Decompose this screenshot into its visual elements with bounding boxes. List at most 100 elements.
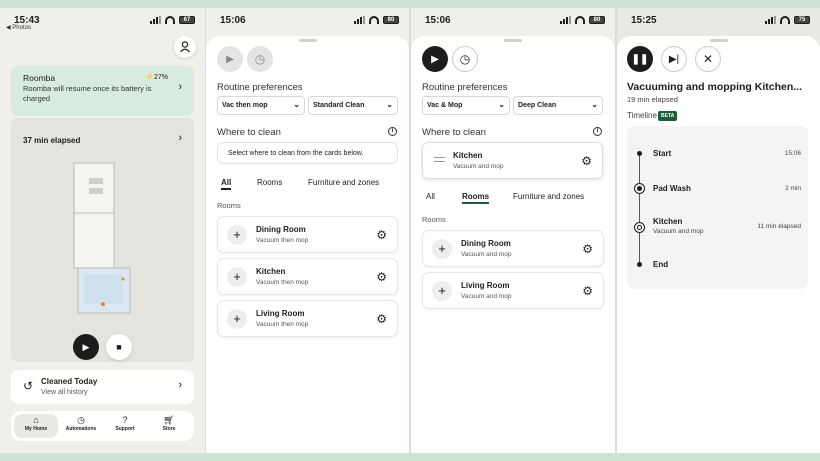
start-button[interactable]: ▶ (422, 46, 448, 72)
account-button[interactable] (174, 36, 196, 58)
back-to-photos-link[interactable]: ◀ Photos (6, 24, 31, 31)
cancel-button[interactable]: ✕ (695, 46, 721, 72)
nav-label: Store (162, 426, 176, 432)
nav-label: Automations (65, 426, 97, 432)
intensity-select[interactable]: Standard Clean ⌄ (308, 96, 398, 115)
info-icon[interactable]: i (388, 127, 397, 136)
tab-furniture-zones[interactable]: Furniture and zones (513, 192, 584, 201)
roomba-title: Roomba (23, 73, 56, 83)
room-card-living[interactable]: + Living Room Vacuum and mop ⚙ (422, 272, 604, 309)
info-icon[interactable]: i (593, 127, 602, 136)
room-card-living[interactable]: + Living Room Vacuum then mop ⚙ (217, 300, 398, 337)
tab-all[interactable]: All (221, 178, 232, 190)
tab-furniture-zones[interactable]: Furniture and zones (308, 178, 379, 187)
status-time: 15:06 (220, 14, 246, 26)
tab-all[interactable]: All (426, 192, 435, 201)
wifi-icon (575, 16, 585, 24)
lightning-icon: ⚡ (145, 74, 154, 81)
chevron-down-icon: ⌄ (591, 100, 598, 109)
rooms-header: Rooms (217, 201, 241, 210)
timeline-event-name: Kitchen (653, 217, 683, 226)
routine-sheet: ▶ ◷ Routine preferences Vac then mop ⌄ St… (206, 36, 409, 453)
nav-store[interactable]: 🛒︎ Store (148, 414, 190, 438)
nav-my-home[interactable]: ⌂ My Home (14, 414, 58, 438)
mode-select[interactable]: Vac then mop ⌄ (217, 96, 305, 115)
sheet-grabber[interactable] (709, 39, 728, 42)
clock-icon: ◷ (254, 52, 266, 66)
play-icon: ▶ (82, 342, 90, 352)
tab-rooms[interactable]: Rooms (257, 178, 282, 187)
where-to-clean-label: Where to clean (217, 127, 281, 138)
room-sub: Vacuum and mop (453, 163, 504, 170)
play-icon: ▶ (226, 53, 234, 65)
schedule-button[interactable]: ◷ (247, 46, 273, 72)
stop-button[interactable]: ■ (106, 334, 132, 360)
pause-button[interactable]: ❚❚ (627, 46, 653, 72)
gear-icon[interactable]: ⚙ (582, 242, 593, 256)
roomba-status-card[interactable]: Roomba ⚡27% Roomba will resume once its … (11, 66, 194, 116)
room-card-dining[interactable]: + Dining Room Vacuum and mop ⚙ (422, 230, 604, 267)
skip-button[interactable]: ▶| (661, 46, 687, 72)
gear-icon[interactable]: ⚙ (581, 154, 592, 168)
gear-icon[interactable]: ⚙ (376, 270, 387, 284)
timeline-event-name: Start (653, 149, 672, 158)
sheet-grabber[interactable] (298, 39, 317, 42)
plus-icon[interactable]: + (432, 281, 452, 301)
intensity-select[interactable]: Deep Clean ⌄ (513, 96, 603, 115)
gear-icon[interactable]: ⚙ (376, 312, 387, 326)
gear-icon[interactable]: ⚙ (376, 228, 387, 242)
plus-icon[interactable]: + (227, 267, 247, 287)
routine-screen-deep: 15:06 80 ▶ ◷ Routine preferences Vac & M… (411, 8, 615, 453)
timeline-label: Timeline (627, 111, 657, 120)
selected-room-card[interactable]: Kitchen Vacuum and mop ⚙ (422, 142, 603, 179)
sheet-grabber[interactable] (504, 39, 522, 42)
cleaned-today-card[interactable]: ↺ Cleaned Today View all history › (11, 370, 194, 404)
battery-icon: 80 (589, 16, 605, 24)
plus-icon[interactable]: + (227, 225, 247, 245)
schedule-button[interactable]: ◷ (452, 46, 478, 72)
plus-icon[interactable]: + (432, 239, 452, 259)
start-button[interactable]: ▶ (217, 46, 243, 72)
person-icon (180, 41, 190, 53)
progress-sheet: ❚❚ ▶| ✕ Vacuuming and mopping Kitchen...… (617, 36, 820, 453)
cart-icon: 🛒︎ (163, 415, 175, 425)
signal-icon (354, 16, 365, 24)
floor-map[interactable] (66, 158, 146, 323)
routine-preferences-label: Routine preferences (422, 82, 508, 93)
nav-support[interactable]: ? Support (104, 414, 146, 438)
map-card[interactable]: 37 min elapsed › ▶ ■ (11, 118, 194, 362)
nav-label: Support (115, 426, 135, 432)
battery-icon: 80 (383, 16, 399, 24)
drag-handle-icon[interactable] (434, 157, 445, 162)
wifi-icon (780, 16, 790, 24)
elapsed-label: 37 min elapsed (23, 136, 81, 145)
timeline-event-sub: Vacuum and mop (653, 228, 704, 235)
mode-select[interactable]: Vac & Mop ⌄ (422, 96, 510, 115)
routine-preferences-label: Routine preferences (217, 82, 303, 93)
room-card-dining[interactable]: + Dining Room Vacuum then mop ⚙ (217, 216, 398, 253)
home-screen: 15:43 67 ◀ Photos Roomba ⚡27% Roomba wil… (0, 8, 205, 453)
gear-icon[interactable]: ⚙ (582, 284, 593, 298)
roomba-message: Roomba will resume once its battery is c… (23, 84, 152, 103)
tab-rooms[interactable]: Rooms (462, 192, 490, 204)
wifi-icon (369, 16, 379, 24)
start-button[interactable]: ▶ (73, 334, 99, 360)
select-prompt-card: Select where to clean from the cards bel… (217, 142, 398, 164)
plus-icon[interactable]: + (227, 309, 247, 329)
room-name: Kitchen (256, 267, 286, 276)
cleaned-sub: View all history (41, 389, 88, 396)
chevron-down-icon: ⌄ (498, 100, 505, 109)
pause-icon: ❚❚ (631, 53, 649, 65)
nav-automations[interactable]: ◷ Automations (60, 414, 102, 438)
job-progress-screen: 15:25 75 ❚❚ ▶| ✕ Vacuuming and mopping K… (617, 8, 820, 453)
room-name: Kitchen (453, 151, 483, 160)
wifi-icon (165, 16, 175, 24)
chevron-down-icon: ⌄ (386, 100, 393, 109)
home-icon: ⌂ (33, 415, 39, 425)
pad-wash-icon (634, 183, 645, 194)
beta-badge: BETA (658, 111, 678, 121)
close-icon: ✕ (702, 52, 714, 66)
room-card-kitchen[interactable]: + Kitchen Vacuum then mop ⚙ (217, 258, 398, 295)
bottom-nav: ⌂ My Home ◷ Automations ? Support 🛒︎ Sto… (11, 411, 194, 441)
room-name: Dining Room (461, 239, 511, 248)
